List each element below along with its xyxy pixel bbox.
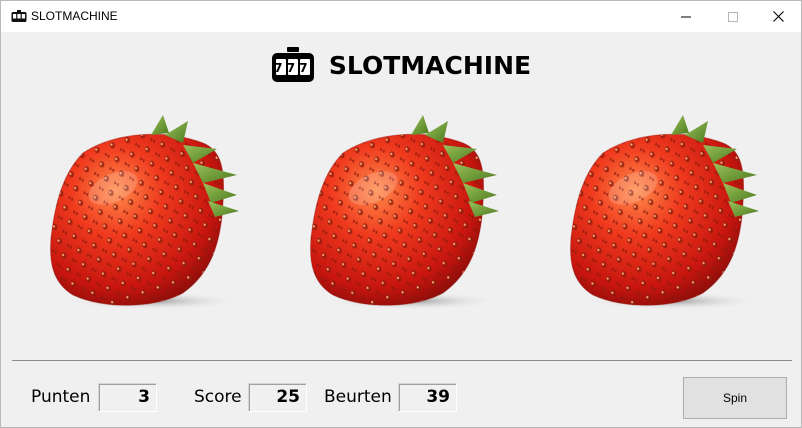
slot-machine-777-icon: 777 [271, 47, 314, 82]
score-value: 25 [248, 383, 307, 412]
reel-3 [563, 113, 763, 317]
strawberry-icon [50, 114, 242, 311]
minimize-icon [681, 16, 691, 17]
divider [12, 360, 792, 361]
beurten-value: 39 [398, 383, 457, 412]
spin-button[interactable]: Spin [683, 377, 787, 419]
strawberry-icon [570, 114, 762, 311]
window-title: SLOTMACHINE [31, 9, 118, 23]
app-window: SLOTMACHINE 777 SLOTMACHINE Punten 3 Sco… [0, 0, 802, 428]
close-icon [772, 11, 784, 22]
maximize-button[interactable] [710, 1, 756, 32]
reel-2 [303, 113, 503, 317]
slot-machine-icon [11, 10, 27, 22]
minimize-button[interactable] [663, 1, 709, 32]
close-button[interactable] [755, 1, 801, 32]
score-label: Score [194, 387, 242, 407]
title-bar[interactable]: SLOTMACHINE [1, 1, 801, 32]
maximize-icon [728, 11, 738, 22]
beurten-label: Beurten [324, 387, 392, 407]
app-heading: SLOTMACHINE [328, 50, 532, 80]
strawberry-icon [310, 114, 502, 311]
punten-label: Punten [31, 387, 91, 407]
svg-text:777: 777 [274, 61, 312, 75]
reel-1 [43, 113, 243, 317]
app-header: 777 SLOTMACHINE [1, 45, 801, 85]
punten-value: 3 [98, 383, 157, 412]
